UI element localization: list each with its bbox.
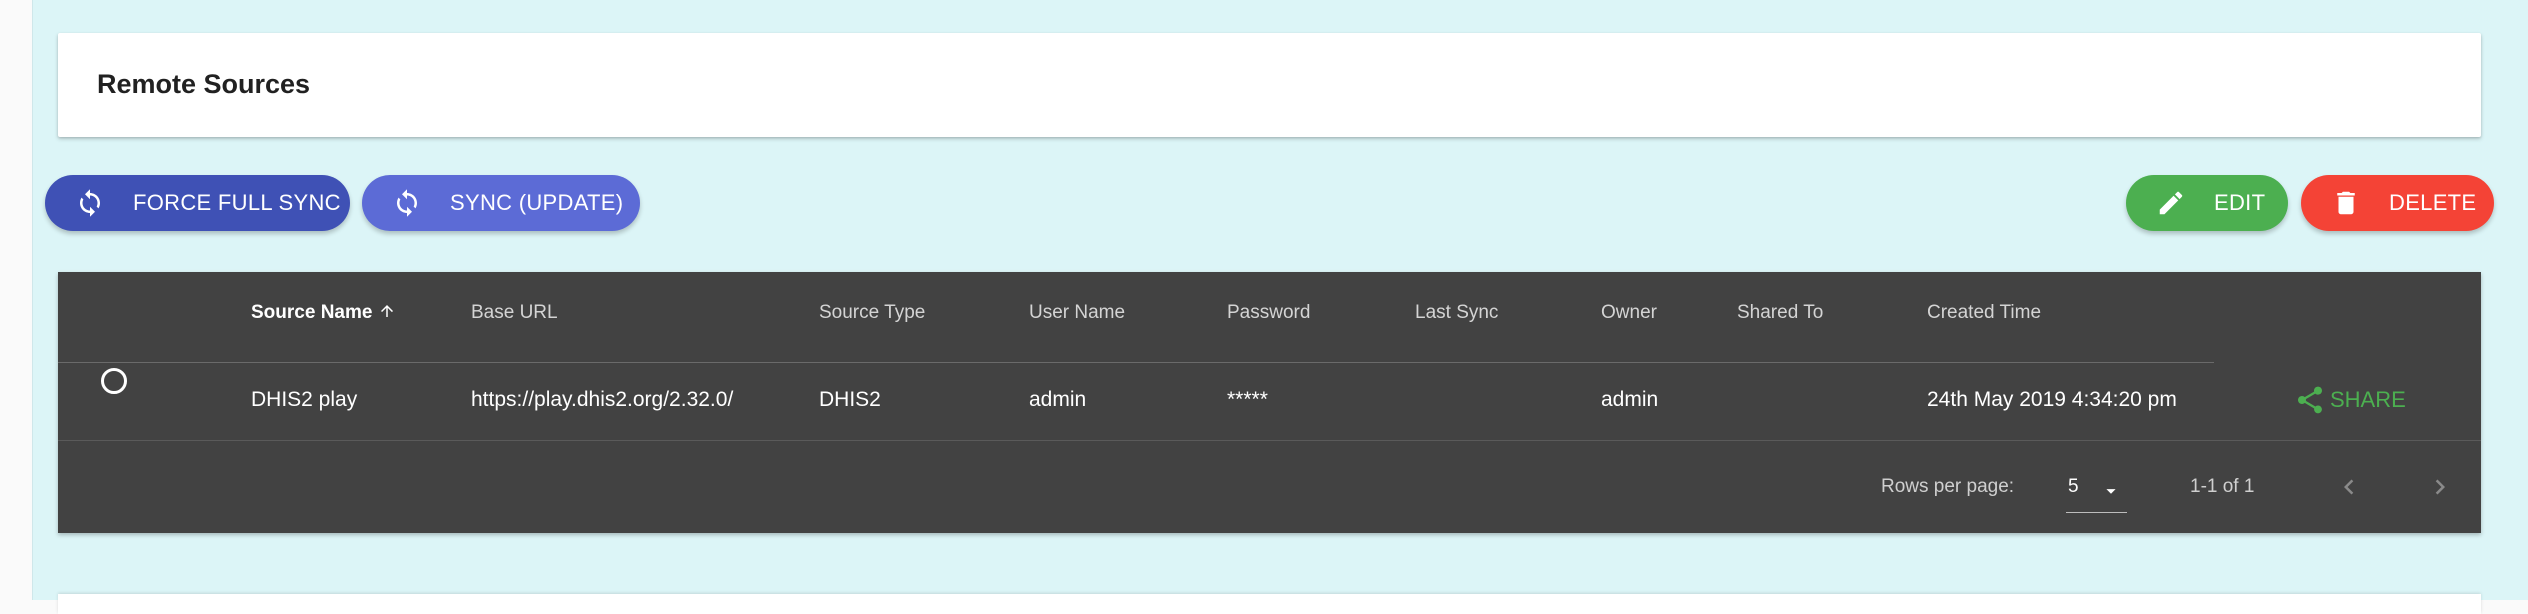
column-header-base-url[interactable]: Base URL — [471, 302, 558, 324]
sync-icon — [397, 189, 417, 217]
cell-created-time: 24th May 2019 4:34:20 pm — [1927, 388, 2177, 411]
pencil-icon — [2159, 191, 2183, 215]
edit-button[interactable]: EDIT — [2126, 175, 2288, 231]
caret-down-icon — [2106, 489, 2116, 494]
next-section-card — [58, 594, 2481, 614]
cell-base-url: https://play.dhis2.org/2.32.0/ — [471, 388, 734, 411]
share-button[interactable]: SHARE — [2294, 384, 2406, 416]
edit-label: EDIT — [2214, 190, 2266, 215]
column-header-source-type[interactable]: Source Type — [819, 302, 925, 324]
column-header-source-name[interactable]: Source Name — [251, 302, 396, 324]
cell-user-name: admin — [1029, 388, 1087, 411]
cell-owner: admin — [1601, 388, 1659, 411]
header-divider — [58, 362, 2214, 363]
prev-page-button[interactable] — [2334, 472, 2364, 507]
sync-update-button[interactable]: SYNC (UPDATE) — [362, 175, 640, 231]
delete-button[interactable]: DELETE — [2301, 175, 2494, 231]
cell-password: ***** — [1227, 388, 1268, 411]
title-card: Remote Sources — [58, 33, 2481, 137]
cell-source-name: DHIS2 play — [251, 388, 358, 411]
column-header-user-name[interactable]: User Name — [1029, 302, 1125, 324]
column-header-password[interactable]: Password — [1227, 302, 1310, 324]
column-header-last-sync[interactable]: Last Sync — [1415, 302, 1498, 324]
sync-update-label: SYNC (UPDATE) — [450, 190, 624, 215]
cell-source-type: DHIS2 — [819, 388, 881, 411]
rows-per-page-label: Rows per page: — [1881, 476, 2015, 497]
force-full-sync-button[interactable]: FORCE FULL SYNC — [45, 175, 350, 231]
chevron-left-icon — [2344, 479, 2354, 495]
column-header-shared-to[interactable]: Shared To — [1737, 302, 1823, 324]
arrow-up-icon — [380, 305, 393, 317]
row-select-radio[interactable] — [101, 368, 127, 394]
rows-per-page-select[interactable]: 5 — [2066, 470, 2127, 513]
page-title: Remote Sources — [97, 69, 311, 99]
delete-label: DELETE — [2389, 190, 2477, 215]
sync-icon — [80, 189, 100, 217]
next-page-button[interactable] — [2425, 472, 2455, 507]
column-header-created-time[interactable]: Created Time — [1927, 302, 2041, 324]
rows-per-page-value: 5 — [2068, 476, 2079, 497]
row-divider — [58, 440, 2481, 441]
share-label: SHARE — [2330, 387, 2406, 412]
column-header-owner[interactable]: Owner — [1601, 302, 1657, 324]
pagination-range: 1-1 of 1 — [2190, 476, 2255, 497]
force-full-sync-label: FORCE FULL SYNC — [133, 190, 341, 215]
chevron-right-icon — [2435, 479, 2445, 495]
trash-icon — [2337, 191, 2355, 215]
share-icon — [2298, 386, 2322, 414]
